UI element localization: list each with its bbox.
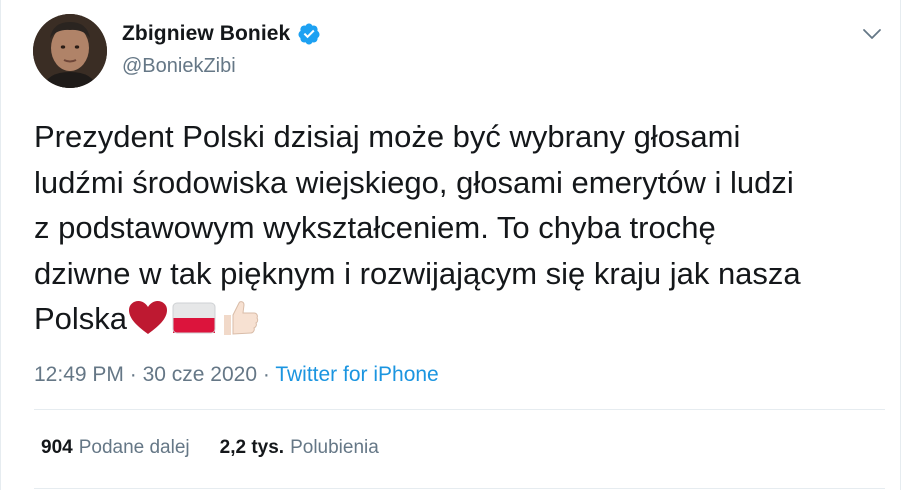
divider: [34, 488, 885, 489]
tweet-meta: 12:49 PM · 30 cze 2020 · Twitter for iPh…: [34, 363, 439, 387]
author-handle[interactable]: @BoniekZibi: [122, 55, 236, 78]
likes-label: Polubienia: [290, 437, 379, 458]
thumbs-up-icon: [224, 301, 259, 335]
likes-count: 2,2 tys.: [219, 437, 285, 458]
tweet-card: Zbigniew Boniek @BoniekZibi Prezydent Po…: [0, 0, 901, 490]
tweet-stats: 904 Podane dalej 2,2 tys. Polubienia: [41, 437, 379, 459]
retweets-stat[interactable]: 904 Podane dalej: [41, 437, 190, 459]
display-name[interactable]: Zbigniew Boniek: [122, 22, 290, 46]
chevron-down-icon[interactable]: [861, 26, 883, 42]
retweets-label: Podane dalej: [78, 437, 190, 458]
poland-flag-icon: [172, 302, 216, 334]
retweets-count: 904: [41, 437, 73, 458]
tweet-emojis: [128, 299, 260, 337]
tweet-source-link[interactable]: Twitter for iPhone: [275, 363, 438, 386]
avatar[interactable]: [33, 14, 107, 88]
tweet-date[interactable]: 30 cze 2020: [143, 363, 257, 386]
tweet-text: Prezydent Polski dzisiaj może być wybran…: [34, 114, 884, 342]
author-name-row: Zbigniew Boniek: [122, 22, 321, 46]
verified-badge-icon: [298, 23, 320, 45]
red-heart-icon: [129, 300, 168, 334]
likes-stat[interactable]: 2,2 tys. Polubienia: [220, 437, 379, 459]
divider: [34, 409, 885, 410]
tweet-time[interactable]: 12:49 PM: [34, 363, 124, 386]
meta-separator: ·: [129, 363, 137, 386]
meta-separator: ·: [262, 363, 270, 386]
